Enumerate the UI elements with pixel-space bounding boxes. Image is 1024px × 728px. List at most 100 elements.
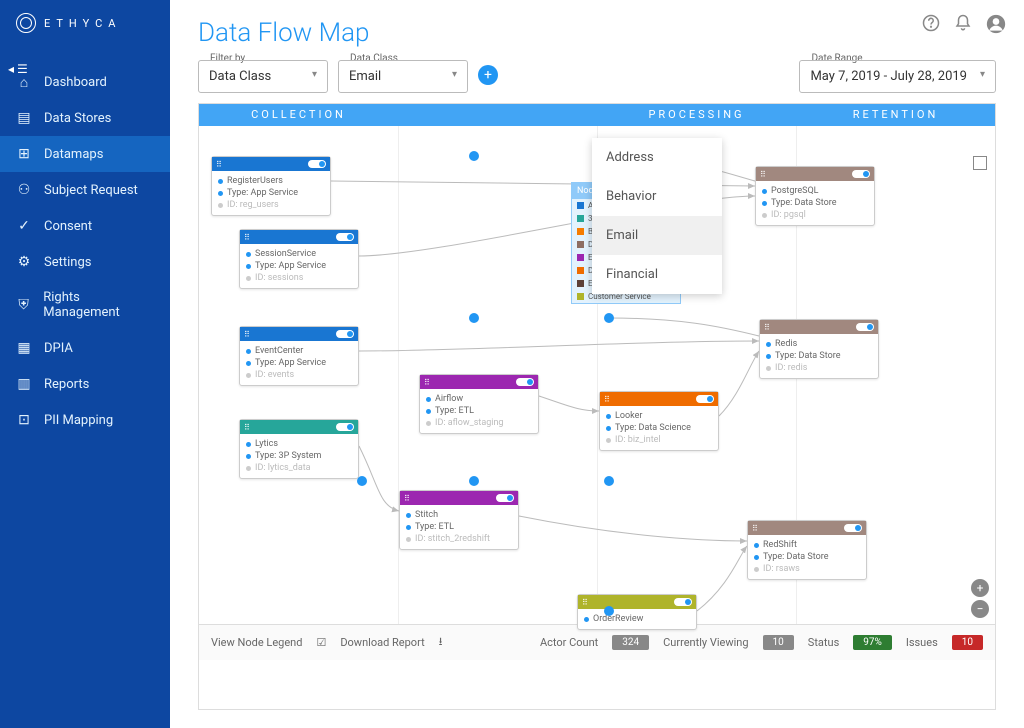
node-name: RedShift xyxy=(763,540,797,550)
node-looker[interactable]: ⠿ Looker Type: Data Science ID: biz_intel xyxy=(599,391,719,451)
status-label: Status xyxy=(808,636,839,649)
drag-icon[interactable]: ⠿ xyxy=(424,378,430,387)
node-toggle[interactable] xyxy=(336,233,354,241)
nav-icon: ▤ xyxy=(16,110,32,126)
node-toggle[interactable] xyxy=(856,323,874,331)
collapse-sidebar[interactable]: ◂ ☰ xyxy=(8,62,28,76)
node-type: Type: App Service xyxy=(255,358,326,368)
connection-dot xyxy=(357,476,367,486)
nav-label: Dashboard xyxy=(44,75,107,90)
page-title: Data Flow Map xyxy=(198,18,996,48)
node-airflow[interactable]: ⠿AirflowType: ETLID: aflow_staging xyxy=(419,374,539,434)
sidebar-item-datamaps[interactable]: ⊞Datamaps xyxy=(0,136,170,172)
actor-count-label: Actor Count xyxy=(540,636,598,649)
node-name: OrderReview xyxy=(593,614,643,624)
nav: ⌂Dashboard▤Data Stores⊞Datamaps⚇Subject … xyxy=(0,46,170,438)
sidebar-item-subject-request[interactable]: ⚇Subject Request xyxy=(0,172,170,208)
drag-icon[interactable]: ⠿ xyxy=(244,330,250,339)
view-legend-link[interactable]: View Node Legend xyxy=(211,636,302,649)
node-id: ID: reg_users xyxy=(227,200,279,210)
data-class-select[interactable]: Email xyxy=(338,60,468,93)
connection-dot xyxy=(469,476,479,486)
date-range-select[interactable]: May 7, 2019 - July 28, 2019 xyxy=(799,60,996,93)
node-toggle[interactable] xyxy=(844,524,862,532)
drag-icon[interactable]: ⠿ xyxy=(760,170,766,179)
drag-icon[interactable]: ⠿ xyxy=(216,160,222,169)
user-icon[interactable] xyxy=(986,14,1004,32)
drag-icon[interactable]: ⠿ xyxy=(582,598,588,607)
nav-label: Subject Request xyxy=(44,183,138,198)
add-filter-button[interactable]: + xyxy=(478,65,498,85)
node-lytics[interactable]: ⠿LyticsType: 3P SystemID: lytics_data xyxy=(239,419,359,479)
sidebar-item-reports[interactable]: ▥Reports xyxy=(0,366,170,402)
nav-label: Datamaps xyxy=(44,147,103,162)
drag-icon[interactable]: ⠿ xyxy=(244,233,250,242)
fingerprint-icon xyxy=(16,13,36,33)
dropdown-option[interactable]: Address xyxy=(592,138,722,177)
node-type: Type: Data Store xyxy=(775,351,841,361)
node-toggle[interactable] xyxy=(852,170,870,178)
node-id: ID: biz_intel xyxy=(615,435,661,445)
nav-icon: ⊡ xyxy=(16,412,32,428)
node-eventcenter[interactable]: ⠿EventCenterType: App ServiceID: events xyxy=(239,326,359,386)
node-name: RegisterUsers xyxy=(227,176,283,186)
node-registerusers[interactable]: ⠿RegisterUsersType: App ServiceID: reg_u… xyxy=(211,156,331,216)
sidebar-item-dpia[interactable]: ▦DPIA xyxy=(0,330,170,366)
drag-icon[interactable]: ⠿ xyxy=(764,323,770,332)
download-report-link[interactable]: Download Report xyxy=(340,636,424,649)
nav-label: Data Stores xyxy=(44,111,111,126)
node-orderreview[interactable]: ⠿ OrderReview xyxy=(577,594,697,630)
expand-icon[interactable] xyxy=(973,156,987,170)
node-sessionservice[interactable]: ⠿SessionServiceType: App ServiceID: sess… xyxy=(239,229,359,289)
node-type: Type: 3P System xyxy=(255,451,321,461)
node-toggle[interactable] xyxy=(516,378,534,386)
node-toggle[interactable] xyxy=(696,395,714,403)
node-redshift[interactable]: ⠿RedShiftType: Data StoreID: rsaws xyxy=(747,520,867,580)
column-header xyxy=(398,104,597,126)
node-name: Stitch xyxy=(415,510,438,520)
drag-icon[interactable]: ⠿ xyxy=(752,524,758,533)
node-toggle[interactable] xyxy=(674,598,692,606)
data-class-dropdown[interactable]: AddressBehaviorEmailFinancial xyxy=(592,138,722,294)
nav-icon: ✓ xyxy=(16,218,32,234)
nav-label: Settings xyxy=(44,255,91,270)
node-name: Airflow xyxy=(435,394,463,404)
nav-icon: ▥ xyxy=(16,376,32,392)
sidebar-item-rights-management[interactable]: ⛨Rights Management xyxy=(0,280,170,330)
zoom-in-button[interactable]: + xyxy=(971,579,989,597)
drag-icon[interactable]: ⠿ xyxy=(244,423,250,432)
zoom-out-button[interactable]: − xyxy=(971,600,989,618)
node-toggle[interactable] xyxy=(308,160,326,168)
node-redis[interactable]: ⠿RedisType: Data StoreID: redis xyxy=(759,319,879,379)
node-type: Type: Data Science xyxy=(615,423,691,433)
node-stitch[interactable]: ⠿StitchType: ETLID: stitch_2redshift xyxy=(399,490,519,550)
topbar xyxy=(922,0,1024,46)
viewing-label: Currently Viewing xyxy=(663,636,748,649)
node-type: Type: Data Store xyxy=(763,552,829,562)
filter-by-select[interactable]: Data Class xyxy=(198,60,328,93)
zoom-controls: + − xyxy=(971,579,989,618)
nav-icon: ⛨ xyxy=(16,297,31,313)
node-id: ID: events xyxy=(255,370,294,380)
sidebar-item-consent[interactable]: ✓Consent xyxy=(0,208,170,244)
nav-label: PII Mapping xyxy=(44,413,113,428)
drag-icon[interactable]: ⠿ xyxy=(404,494,410,503)
issues-label: Issues xyxy=(906,636,938,649)
dropdown-option[interactable]: Behavior xyxy=(592,177,722,216)
nav-icon: ▦ xyxy=(16,340,32,356)
sidebar-item-settings[interactable]: ⚙Settings xyxy=(0,244,170,280)
node-toggle[interactable] xyxy=(336,423,354,431)
check-icon: ☑ xyxy=(316,636,326,649)
bell-icon[interactable] xyxy=(954,14,972,32)
dropdown-option[interactable]: Email xyxy=(592,216,722,255)
node-name: Redis xyxy=(775,339,797,349)
node-postgresql[interactable]: ⠿PostgreSQLType: Data StoreID: pgsql xyxy=(755,166,875,226)
node-toggle[interactable] xyxy=(336,330,354,338)
dropdown-option[interactable]: Financial xyxy=(592,255,722,294)
node-toggle[interactable] xyxy=(496,494,514,502)
drag-icon[interactable]: ⠿ xyxy=(604,395,610,404)
sidebar-item-data-stores[interactable]: ▤ Data Stores xyxy=(0,100,170,136)
help-icon[interactable] xyxy=(922,14,940,32)
sidebar-item-pii-mapping[interactable]: ⊡ PII Mapping xyxy=(0,402,170,438)
node-name: Looker xyxy=(615,411,642,421)
